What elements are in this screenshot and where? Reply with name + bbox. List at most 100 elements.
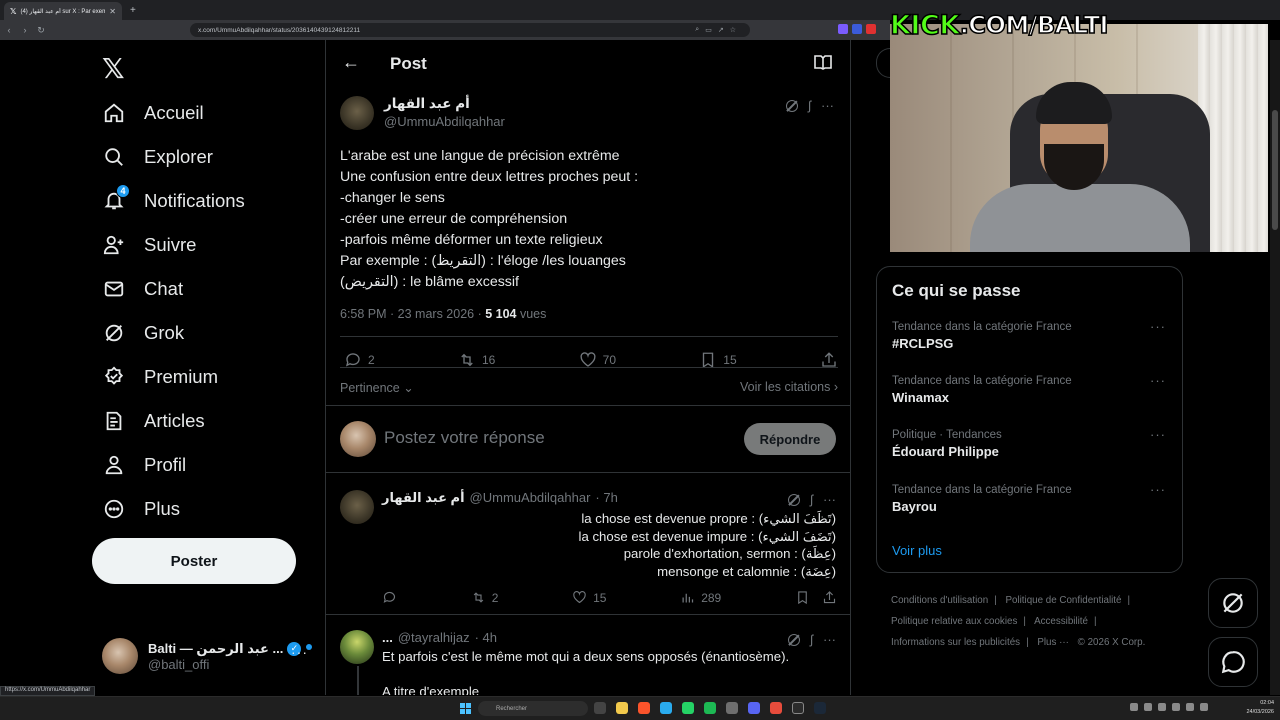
grok-explain-icon[interactable] (786, 99, 799, 112)
nav-item-grok[interactable]: Grok (102, 315, 184, 351)
file-explorer-icon[interactable] (616, 702, 628, 714)
reply-button[interactable]: Répondre (744, 423, 836, 455)
more-dots-icon[interactable]: ··· (821, 98, 834, 113)
messages-floating-button[interactable] (1208, 637, 1258, 687)
reply-time[interactable]: · 7h (595, 490, 617, 506)
reply-time[interactable]: · 4h (475, 630, 497, 645)
reply-author-handle[interactable]: @UmmuAbdilqahhar (470, 490, 591, 506)
footer-link[interactable]: Informations sur les publicités (891, 637, 1020, 648)
grok-floating-button[interactable] (1208, 578, 1258, 628)
account-switcher[interactable]: Balti — عبد الرحمن ... ✓ @balti_offi ··· (102, 636, 312, 676)
reload-icon[interactable]: ↻ (34, 25, 48, 36)
see-more-link[interactable]: Voir plus (892, 543, 942, 558)
post-timestamp[interactable]: 6:58 PM · 23 mars 2026 · (340, 307, 485, 321)
like-action[interactable]: 15 (572, 590, 606, 605)
reply-author-name[interactable]: أم عبد القهار (382, 490, 465, 506)
reply-input[interactable]: Postez votre réponse (384, 428, 545, 448)
more-dots-icon[interactable]: ··· (1150, 482, 1166, 497)
translate-icon[interactable]: ʃ (810, 632, 813, 647)
footer-link[interactable]: Politique relative aux cookies (891, 616, 1017, 627)
spotify-icon[interactable] (704, 702, 716, 714)
share-icon[interactable]: ↗ (718, 26, 724, 34)
windows-start-icon[interactable] (460, 703, 471, 714)
zoom-icon[interactable]: ⌕ (695, 26, 699, 34)
forward-nav-icon[interactable]: › (18, 25, 32, 35)
page-scrollbar[interactable] (1270, 40, 1280, 695)
avatar[interactable] (340, 490, 374, 524)
post-button[interactable]: Poster (92, 538, 296, 584)
more-dots-icon[interactable]: ··· (823, 492, 836, 507)
tab-close-icon[interactable]: ✕ (109, 7, 116, 16)
tray-icon[interactable] (1158, 703, 1166, 711)
translate-icon[interactable]: ʃ (808, 98, 811, 113)
footer-link[interactable]: Politique de Confidentialité (1005, 595, 1121, 606)
trend-item[interactable]: Politique · Tendances Édouard Philippe ·… (892, 427, 1172, 459)
whatsapp-icon[interactable] (682, 702, 694, 714)
view-quotes-link[interactable]: Voir les citations › (740, 380, 838, 395)
reply-action[interactable] (382, 590, 397, 605)
scrollbar-thumb[interactable] (1272, 110, 1278, 230)
cast-icon[interactable]: ▭ (705, 26, 712, 34)
x-logo-icon[interactable]: 𝕏 (102, 52, 125, 85)
reply-author-handle[interactable]: @tayralhijaz (398, 630, 470, 645)
nav-item-home[interactable]: Accueil (102, 95, 204, 131)
omnibox[interactable]: x.com/UmmuAbdilqahhar/status/20361404391… (190, 23, 750, 37)
trend-item[interactable]: Tendance dans la catégorie France Winama… (892, 373, 1172, 405)
tray-icon[interactable] (1130, 703, 1138, 711)
taskbar-clock[interactable]: 02:04 24/03/2026 (1246, 699, 1274, 717)
tray-icon[interactable] (1200, 703, 1208, 711)
tray-icon[interactable] (1144, 703, 1152, 711)
grok-explain-icon[interactable] (788, 633, 801, 646)
author-handle[interactable]: @UmmuAbdilqahhar (384, 114, 505, 129)
steam-icon[interactable] (814, 702, 826, 714)
nav-item-notifications[interactable]: 4 Notifications (102, 183, 245, 219)
nav-item-profile[interactable]: Profil (102, 447, 186, 483)
trend-item[interactable]: Tendance dans la catégorie France Bayrou… (892, 482, 1172, 514)
notion-icon[interactable] (792, 702, 804, 714)
brave-browser-icon[interactable] (638, 702, 650, 714)
search-box-edge[interactable] (876, 48, 890, 78)
browser-tab[interactable]: 𝕏 (4) أم عبد القهار sur X : Par exemple … (4, 2, 122, 20)
taskbar-search[interactable]: Rechercher (478, 701, 588, 716)
nav-item-premium[interactable]: Premium (102, 359, 218, 395)
telegram-icon[interactable] (660, 702, 672, 714)
tray-icon[interactable] (1186, 703, 1194, 711)
footer-link[interactable]: Accessibilité (1034, 616, 1088, 627)
extension-icon[interactable] (852, 24, 862, 34)
avatar[interactable] (340, 630, 374, 664)
extension-icon[interactable] (866, 24, 876, 34)
more-dots-icon[interactable]: ··· (1150, 319, 1166, 334)
nav-item-chat[interactable]: Chat (102, 271, 183, 307)
tray-icon[interactable] (1172, 703, 1180, 711)
extension-icon[interactable] (838, 24, 848, 34)
translate-icon[interactable]: ʃ (810, 492, 813, 507)
footer-link[interactable]: Plus ··· (1037, 637, 1069, 648)
more-dots-icon[interactable]: ··· (1150, 373, 1166, 388)
bookmark-action[interactable] (795, 590, 810, 605)
nav-item-more[interactable]: Plus (102, 491, 180, 527)
task-view-icon[interactable] (594, 702, 606, 714)
reader-mode-icon[interactable] (814, 54, 832, 70)
discord-icon[interactable] (748, 702, 760, 714)
nav-item-explore[interactable]: Explorer (102, 139, 213, 175)
app-icon[interactable] (770, 702, 782, 714)
more-dots-icon[interactable]: ··· (823, 632, 836, 647)
author-name[interactable]: أم عبد القهار (384, 96, 505, 112)
reply-item[interactable]: ... @tayralhijaz · 4h ʃ ··· Et parfois c… (326, 630, 850, 695)
app-icon[interactable] (726, 702, 738, 714)
footer-link[interactable]: Conditions d'utilisation (891, 595, 988, 606)
reply-item[interactable]: أم عبد القهار @UmmuAbdilqahhar · 7h ʃ ··… (326, 490, 850, 615)
share-action[interactable] (822, 590, 837, 605)
trend-item[interactable]: Tendance dans la catégorie France #RCLPS… (892, 319, 1172, 351)
nav-item-articles[interactable]: Articles (102, 403, 205, 439)
avatar[interactable] (340, 96, 374, 130)
bookmark-star-icon[interactable]: ☆ (730, 26, 736, 34)
back-arrow-icon[interactable]: ← (342, 52, 360, 73)
reply-author-name[interactable]: ... (382, 630, 393, 645)
sort-dropdown[interactable]: Pertinence ⌄ (340, 380, 414, 395)
back-nav-icon[interactable]: ‹ (2, 25, 16, 35)
grok-explain-icon[interactable] (788, 493, 801, 506)
more-dots-icon[interactable]: ··· (1150, 427, 1166, 442)
new-tab-icon[interactable]: + (130, 5, 136, 16)
nav-item-follow[interactable]: Suivre (102, 227, 196, 263)
